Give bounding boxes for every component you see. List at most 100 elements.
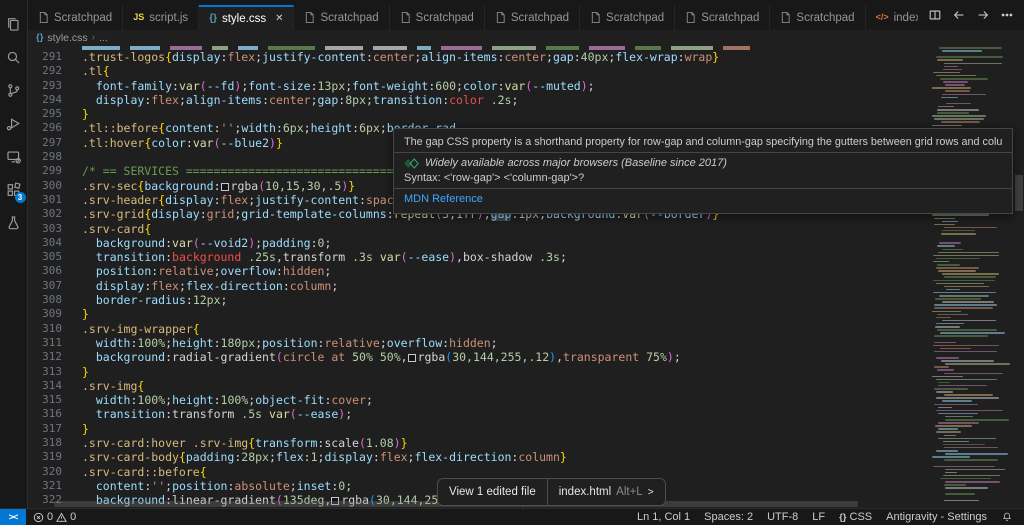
tab-scratchpad[interactable]: Scratchpad bbox=[675, 5, 771, 30]
cursor-position[interactable]: Ln 1, Col 1 bbox=[630, 509, 697, 525]
line-number: 293 bbox=[42, 78, 62, 92]
code-line-314[interactable]: 314 .srv-img{ bbox=[28, 379, 1024, 393]
file-icon bbox=[590, 11, 601, 24]
code-line-320[interactable]: 320 .srv-card::before{ bbox=[28, 465, 1024, 479]
code-line-312[interactable]: 312 background:radial-gradient(circle at… bbox=[28, 350, 1024, 364]
eol-sequence[interactable]: LF bbox=[805, 509, 832, 525]
code-line-291[interactable]: 291 .trust-logos{display:flex;justify-con… bbox=[28, 50, 1024, 64]
vertical-scrollbar[interactable] bbox=[1014, 45, 1024, 508]
open-edited-file-button[interactable]: index.html Alt+L > bbox=[546, 479, 665, 505]
code-line-315[interactable]: 315 width:100%;height:100%;object-fit:co… bbox=[28, 393, 1024, 407]
error-count: 0 bbox=[47, 511, 54, 523]
chevron-right-icon: › bbox=[91, 32, 96, 43]
line-number: 317 bbox=[42, 421, 62, 435]
color-swatch[interactable] bbox=[220, 182, 229, 191]
line-content: .srv-card::before{ bbox=[82, 464, 207, 479]
color-swatch[interactable] bbox=[407, 354, 416, 363]
close-icon[interactable]: ✕ bbox=[275, 13, 283, 24]
code-line-293[interactable]: 293 font-family:var(--fd);font-size:13px… bbox=[28, 79, 1024, 93]
explorer-icon[interactable] bbox=[0, 8, 28, 41]
remote-explorer-icon[interactable] bbox=[0, 140, 28, 173]
line-number: 314 bbox=[42, 378, 62, 392]
remote-indicator[interactable]: >< bbox=[0, 509, 26, 525]
code-line-318[interactable]: 318 .srv-card:hover .srv-img{transform:sc… bbox=[28, 436, 1024, 450]
code-line-308[interactable]: 308 border-radius:12px; bbox=[28, 293, 1024, 307]
view-edited-file-button[interactable]: View 1 edited file bbox=[438, 479, 547, 505]
code-line-319[interactable]: 319 .srv-card-body{padding:28px;flex:1;di… bbox=[28, 450, 1024, 464]
tab-style-css[interactable]: {} style.css ✕ bbox=[199, 5, 295, 30]
line-content bbox=[62, 150, 82, 164]
baseline-icon bbox=[404, 157, 419, 169]
line-content: display:flex;flex-direction:column; bbox=[95, 278, 339, 293]
source-control-icon[interactable] bbox=[0, 74, 28, 107]
code-line-307[interactable]: 307 display:flex;flex-direction:column; bbox=[28, 279, 1024, 293]
breadcrumb-ellipsis[interactable]: ... bbox=[99, 32, 108, 44]
minimap[interactable] bbox=[930, 45, 1013, 505]
tab-scratchpad[interactable]: Scratchpad bbox=[580, 5, 676, 30]
code-line-305[interactable]: 305 transition:background .25s,transform… bbox=[28, 250, 1024, 264]
tooltip-divider bbox=[394, 188, 1012, 189]
tabs: Scratchpad JS script.js {} style.css ✕ Scratch… bbox=[28, 5, 918, 30]
line-content: border-radius:12px; bbox=[95, 293, 228, 308]
code-line-304[interactable]: 304 background:var(--void2);padding:0; bbox=[28, 236, 1024, 250]
line-content: } bbox=[82, 421, 89, 436]
tab-scratchpad[interactable]: Scratchpad bbox=[484, 5, 581, 30]
line-number: 302 bbox=[42, 207, 62, 221]
line-content: width:100%;height:100%;object-fit:cover; bbox=[95, 393, 373, 408]
css-file-icon: {} bbox=[36, 32, 44, 43]
tab-scratchpad[interactable]: Scratchpad bbox=[294, 5, 390, 30]
extensions-icon[interactable]: 3 bbox=[0, 173, 28, 206]
tab-bar: Scratchpad JS script.js {} style.css ✕ Scratch… bbox=[28, 0, 1024, 30]
line-number: 298 bbox=[42, 150, 62, 164]
line-number: 310 bbox=[42, 321, 62, 335]
testing-icon[interactable] bbox=[0, 206, 28, 239]
tab-scratchpad[interactable]: Scratchpad bbox=[389, 5, 485, 30]
tab-scratchpad[interactable]: Scratchpad bbox=[770, 5, 866, 30]
code-editor[interactable]: 291 .trust-logos{display:flex;justify-con… bbox=[28, 45, 1024, 508]
split-editor-icon[interactable] bbox=[928, 8, 942, 22]
line-content: width:100%;height:180px;position:relativ… bbox=[95, 335, 498, 350]
line-number: 304 bbox=[42, 235, 62, 249]
file-icon bbox=[304, 11, 315, 24]
line-number: 297 bbox=[42, 135, 62, 149]
search-icon[interactable] bbox=[0, 41, 28, 74]
line-content: .srv-sec{background: rgba(10,15,30,.5)} bbox=[82, 178, 356, 193]
line-number: 296 bbox=[42, 121, 62, 135]
file-icon bbox=[38, 11, 49, 24]
code-line-316[interactable]: 316 transition:transform .5s var(--ease)… bbox=[28, 407, 1024, 421]
problems-status[interactable]: 0 0 bbox=[26, 509, 83, 525]
mdn-reference-link[interactable]: MDN Reference bbox=[404, 193, 1002, 205]
line-content: .tl:hover{color:var(--blue2)} bbox=[82, 135, 283, 150]
line-content: .srv-img-wrapper{ bbox=[82, 321, 200, 336]
code-line-310[interactable]: 310 .srv-img-wrapper{ bbox=[28, 322, 1024, 336]
notifications-bell-icon[interactable] bbox=[994, 509, 1020, 525]
line-content: .srv-card:hover .srv-img{transform:scale… bbox=[82, 436, 408, 451]
breadcrumb-file[interactable]: style.css bbox=[47, 32, 87, 44]
encoding[interactable]: UTF-8 bbox=[760, 509, 805, 525]
line-number: 307 bbox=[42, 278, 62, 292]
more-actions-icon[interactable] bbox=[1000, 8, 1014, 22]
tab-label: Scratchpad bbox=[320, 11, 379, 24]
code-line-311[interactable]: 311 width:100%;height:180px;position:rel… bbox=[28, 336, 1024, 350]
code-line-303[interactable]: 303 .srv-card{ bbox=[28, 222, 1024, 236]
tab-scratchpad[interactable]: Scratchpad bbox=[28, 5, 124, 30]
code-line-309[interactable]: 309} bbox=[28, 307, 1024, 321]
run-and-debug-icon[interactable] bbox=[0, 107, 28, 140]
code-line-292[interactable]: 292 .tl{ bbox=[28, 64, 1024, 78]
extensions-badge: 3 bbox=[14, 192, 26, 203]
code-line-313[interactable]: 313} bbox=[28, 365, 1024, 379]
line-number: 294 bbox=[42, 92, 62, 106]
tab-script-js[interactable]: JS script.js bbox=[123, 5, 200, 30]
tab-index-htm[interactable]: </> index.htm bbox=[865, 5, 918, 30]
code-line-317[interactable]: 317} bbox=[28, 422, 1024, 436]
workspace-name[interactable]: Antigravity - Settings bbox=[879, 509, 994, 525]
code-line-294[interactable]: 294 display:flex;align-items:center;gap:… bbox=[28, 93, 1024, 107]
code-line-295[interactable]: 295} bbox=[28, 107, 1024, 121]
tab-label: index.htm bbox=[893, 11, 918, 24]
navigate-back-icon[interactable] bbox=[952, 8, 966, 22]
code-line-306[interactable]: 306 position:relative;overflow:hidden; bbox=[28, 264, 1024, 278]
activity-bar: 3 bbox=[0, 0, 28, 508]
indentation[interactable]: Spaces: 2 bbox=[697, 509, 760, 525]
language-mode[interactable]: {} CSS bbox=[832, 509, 879, 525]
navigate-forward-icon[interactable] bbox=[976, 8, 990, 22]
